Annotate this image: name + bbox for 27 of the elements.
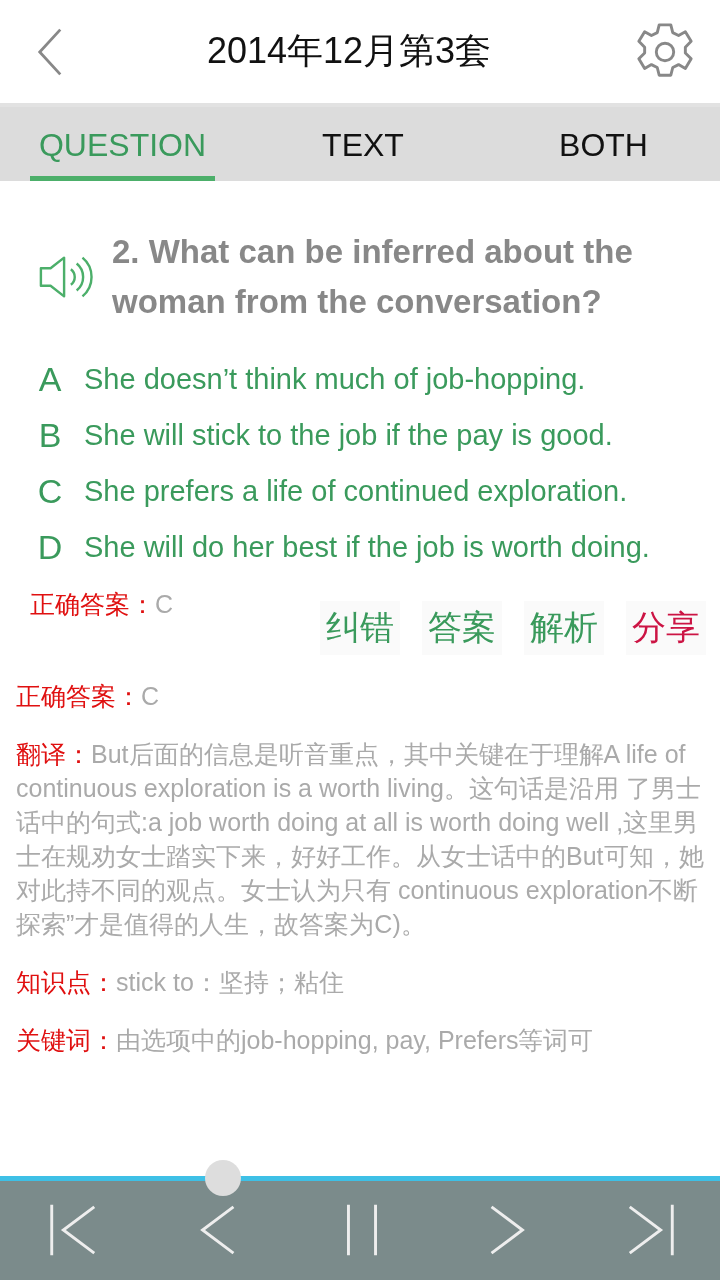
question-text: 2. What can be inferred about the woman from the conversation? [112,232,634,322]
detail-text: 知识点：stick to：坚持；粘住 [16,967,345,998]
answer-option[interactable]: C She prefers a life of continued exploration. [16,463,706,519]
detail-text: 翻译：But后面的信息是听音重点，其中关键在于理解A life of continuous exploration is a worth living。这句话是沿用 了男士话中的句式:a job worth doing at all is worth doing well ,这里男士在规劝女士踏实下来，好好工作。从女士话中的But可知，她对此持不同的观点。女士认为只有 continuous exploration不断探索”才是值得的人生，故答案为C)。 [16,739,705,940]
option-letter: C [36,471,64,511]
tab[interactable]: QUESTION [30,107,215,181]
screen-title: 2014年12月第3套 [206,29,492,73]
detail-text: 关键词：由选项中的job-hopping, pay, Prefers等词可 [16,1025,595,1056]
answer-option[interactable]: A She doesn’t think much of job-hopping. [16,351,706,407]
option-letter: D [36,527,64,567]
tab[interactable]: BOTH [511,107,696,181]
slider-thumb[interactable] [205,1160,242,1196]
action-button[interactable]: 答案 [422,601,502,655]
option-letter: A [37,359,63,399]
tab[interactable]: TEXT [270,107,456,181]
answer-option[interactable]: B She will stick to the job if the pay is good. [16,407,706,463]
option-text: She will stick to the job if the pay is good. [84,418,613,453]
action-button[interactable]: 解析 [524,601,604,655]
option-text: She prefers a life of continued exploration. [84,474,628,509]
option-text: She doesn’t think much of job-hopping. [84,362,586,397]
action-button[interactable]: 纠错 [320,601,400,655]
option-letter: B [37,415,63,455]
answer-text: 正确答案：C [30,589,174,620]
answer-option[interactable]: D She will do her best if the job is worth doing. [16,519,706,575]
action-button[interactable]: 分享 [626,601,706,655]
option-text: She will do her best if the job is worth doing. [84,530,650,565]
detail-text: 正确答案：C [16,681,161,712]
